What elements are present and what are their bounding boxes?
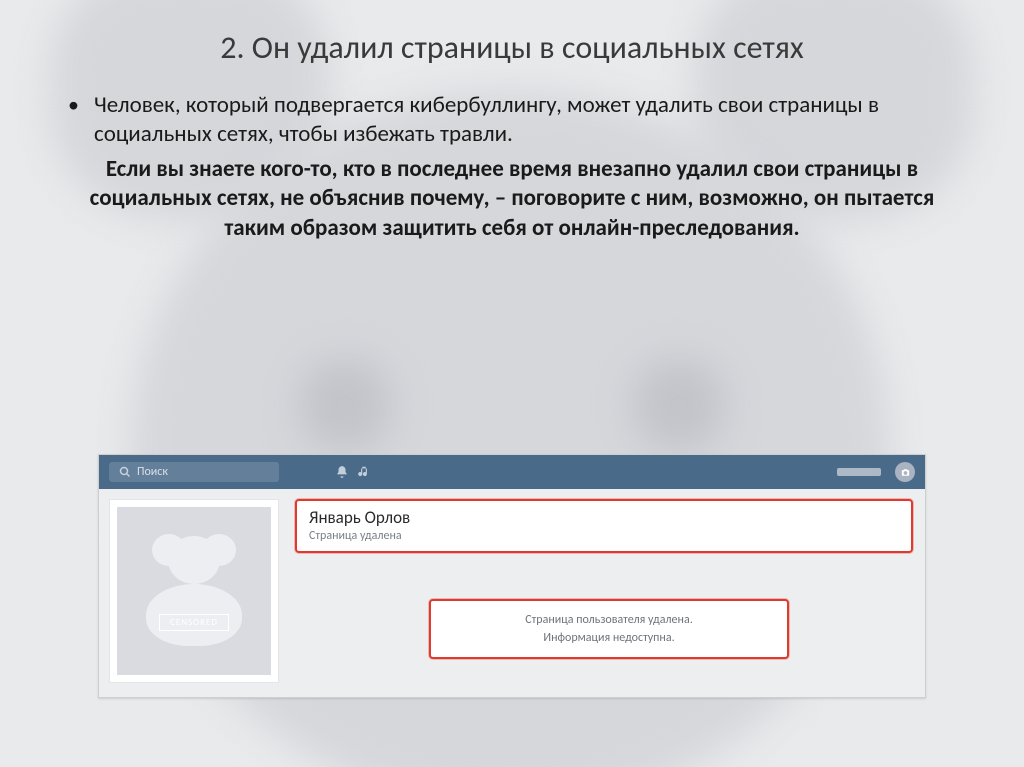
- slide-title: 2. Он удалил страницы в социальных сетях: [50, 28, 974, 67]
- deleted-line-2: Информация недоступна.: [447, 629, 771, 647]
- profile-avatar: CENSORED: [117, 507, 271, 675]
- profile-name: Январь Орлов: [309, 507, 899, 528]
- censored-label: CENSORED: [159, 614, 229, 631]
- search-input[interactable]: Поиск: [109, 462, 279, 482]
- profile-name-card: Январь Орлов Страница удалена: [295, 499, 913, 553]
- vk-screenshot: Поиск CENSORED Январь Орлов: [98, 454, 926, 698]
- vk-topbar: Поиск: [99, 455, 925, 489]
- camera-icon: [900, 467, 911, 478]
- music-icon[interactable]: [357, 465, 371, 479]
- topbar-avatar[interactable]: [895, 462, 915, 482]
- bullet-item: • Человек, который подвергается кибербул…: [50, 91, 974, 149]
- profile-status: Страница удалена: [309, 529, 899, 543]
- deleted-notice: Страница пользователя удалена. Информаци…: [429, 599, 789, 659]
- deleted-line-1: Страница пользователя удалена.: [447, 611, 771, 629]
- profile-avatar-box: CENSORED: [109, 499, 279, 683]
- username-placeholder: [837, 468, 881, 476]
- search-placeholder: Поиск: [137, 465, 168, 479]
- vk-body: CENSORED Январь Орлов Страница удалена С…: [99, 489, 925, 697]
- slide: 2. Он удалил страницы в социальных сетях…: [0, 0, 1024, 767]
- search-icon: [119, 466, 131, 478]
- paragraph-2: Если вы знаете кого-то, кто в последнее …: [58, 155, 966, 245]
- body-text: • Человек, который подвергается кибербул…: [50, 91, 974, 244]
- bell-icon[interactable]: [335, 465, 349, 479]
- bullet-icon: •: [68, 91, 94, 149]
- paragraph-1: Человек, который подвергается кибербулли…: [94, 91, 974, 149]
